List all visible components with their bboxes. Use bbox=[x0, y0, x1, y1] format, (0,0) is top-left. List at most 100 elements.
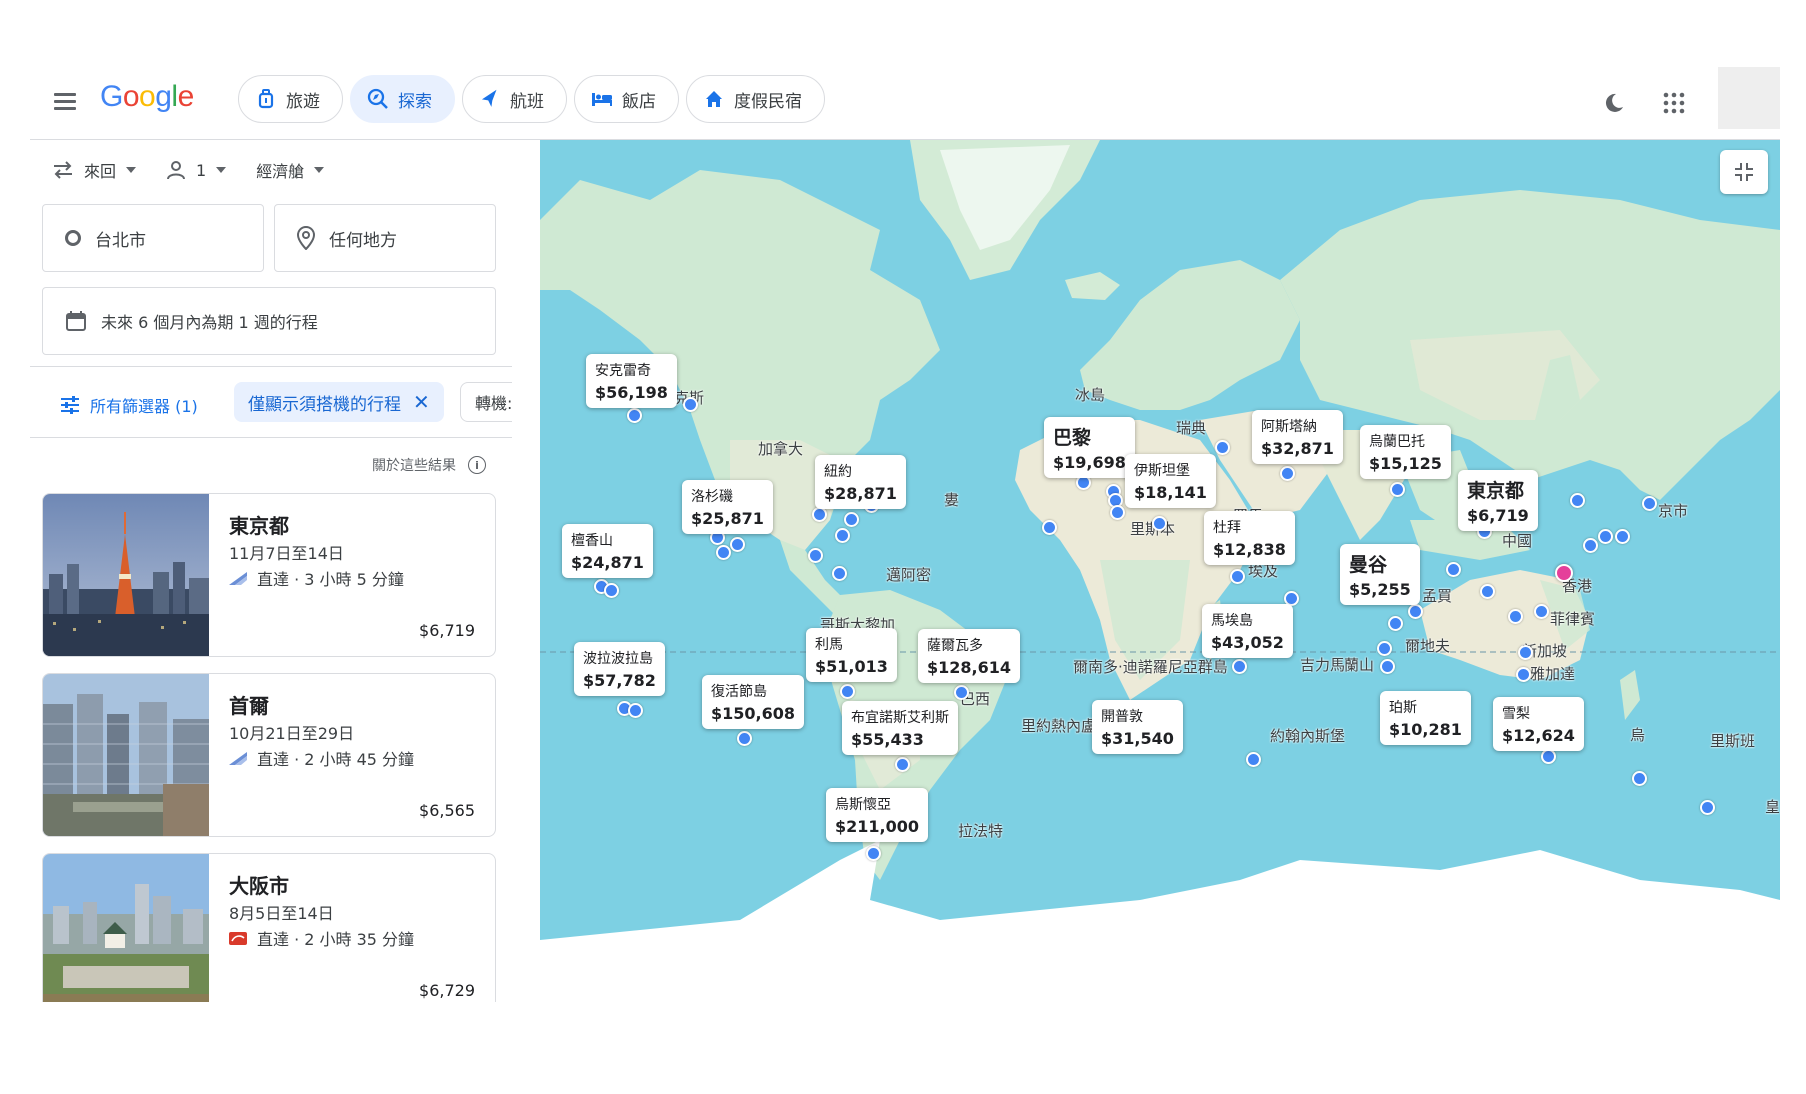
destination-pin[interactable] bbox=[1518, 645, 1533, 660]
destination-pin[interactable] bbox=[1246, 752, 1261, 767]
about-results-link[interactable]: 關於這些結果 i bbox=[372, 455, 486, 475]
price-box-istanbul[interactable]: 伊斯坦堡 $18,141 bbox=[1125, 454, 1216, 508]
flights-only-chip[interactable]: 僅顯示須搭機的行程 ✕ bbox=[234, 382, 444, 422]
destination-pin[interactable] bbox=[895, 757, 910, 772]
dark-mode-icon[interactable] bbox=[1598, 87, 1630, 119]
price-box-price: $55,433 bbox=[851, 730, 924, 749]
destination-pin[interactable] bbox=[1280, 466, 1295, 481]
destination-pin[interactable] bbox=[866, 846, 881, 861]
tab-explore[interactable]: 探索 bbox=[350, 75, 455, 123]
destination-pin[interactable] bbox=[1570, 493, 1585, 508]
destination-pin[interactable] bbox=[1390, 482, 1405, 497]
price-box-ulaanbaatar[interactable]: 烏蘭巴托 $15,125 bbox=[1360, 425, 1451, 479]
price-box-buenos-aires[interactable]: 布宜諾斯艾利斯 $55,433 bbox=[842, 701, 958, 755]
destination-pin[interactable] bbox=[1700, 800, 1715, 815]
destination-pin[interactable] bbox=[1642, 496, 1657, 511]
main-menu-button[interactable] bbox=[50, 86, 80, 116]
destination-pin[interactable] bbox=[1215, 440, 1230, 455]
cabin-class-select[interactable]: 經濟艙 bbox=[256, 158, 325, 182]
date-range-input[interactable]: 未來 6 個月內為期 1 週的行程 bbox=[42, 287, 496, 355]
apps-grid-icon[interactable] bbox=[1658, 87, 1690, 119]
destination-pin[interactable] bbox=[683, 397, 698, 412]
result-card-seoul[interactable]: 首爾 10月21日至29日 直達 · 2 小時 45 分鐘 $6,565 bbox=[42, 673, 496, 837]
destination-pin[interactable] bbox=[1446, 562, 1461, 577]
destination-pin[interactable] bbox=[1516, 667, 1531, 682]
destination-pin[interactable] bbox=[1408, 604, 1423, 619]
account-avatar[interactable] bbox=[1718, 67, 1780, 129]
destination-pin[interactable] bbox=[1508, 609, 1523, 624]
price-box-cape-town[interactable]: 開普敦 $31,540 bbox=[1092, 700, 1183, 754]
destination-pin[interactable] bbox=[1110, 505, 1125, 520]
destination-pin[interactable] bbox=[1480, 584, 1495, 599]
destination-pin[interactable] bbox=[1388, 616, 1403, 631]
explore-map[interactable]: 冰島 瑞典 加拿大 中國 埃及 巴西 菲律賓 哥斯大黎加 班克斯 里斯本 羅馬 … bbox=[540, 140, 1780, 1004]
destination-pin[interactable] bbox=[1232, 659, 1247, 674]
price-box-city: 杜拜 bbox=[1213, 520, 1241, 536]
destination-pin[interactable] bbox=[1632, 771, 1647, 786]
price-box-easter-island[interactable]: 復活節島 $150,608 bbox=[702, 675, 805, 729]
destination-pin[interactable] bbox=[1230, 569, 1245, 584]
all-filters-button[interactable]: 所有篩選器 (1) bbox=[60, 393, 198, 417]
destination-pin[interactable] bbox=[1042, 520, 1057, 535]
result-card-osaka[interactable]: 大阪市 8月5日至14日 直達 · 2 小時 35 分鐘 $6,729 bbox=[42, 853, 496, 1002]
price-box-sydney[interactable]: 雪梨 $12,624 bbox=[1493, 697, 1584, 751]
about-results-label: 關於這些結果 bbox=[372, 458, 456, 474]
destination-pin[interactable] bbox=[812, 507, 827, 522]
origin-circle-icon bbox=[65, 230, 81, 246]
price-box-bangkok[interactable]: 曼谷 $5,255 bbox=[1340, 544, 1420, 605]
result-card-tokyo[interactable]: 東京都 11月7日至14日 直達 · 3 小時 5 分鐘 $6,719 bbox=[42, 493, 496, 657]
tab-flights[interactable]: 航班 bbox=[462, 75, 567, 123]
price-box-astana[interactable]: 阿斯塔納 $32,871 bbox=[1252, 410, 1343, 464]
tab-vacation-rentals[interactable]: 度假民宿 bbox=[686, 75, 825, 123]
chevron-down-icon bbox=[126, 167, 137, 173]
map-label-miami: 邁阿密 bbox=[886, 566, 932, 584]
destination-pin[interactable] bbox=[1598, 529, 1613, 544]
destination-pin[interactable] bbox=[835, 528, 850, 543]
price-box-mahe[interactable]: 馬埃島 $43,052 bbox=[1202, 604, 1293, 658]
tab-hotels[interactable]: 飯店 bbox=[574, 75, 679, 123]
trip-options: 來回 1 經濟艙 bbox=[52, 158, 325, 182]
price-box-bora-bora[interactable]: 波拉波拉島 $57,782 bbox=[574, 642, 665, 696]
destination-pin[interactable] bbox=[844, 512, 859, 527]
destination-pin[interactable] bbox=[737, 731, 752, 746]
passengers-select[interactable]: 1 bbox=[166, 158, 227, 182]
destination-pin[interactable] bbox=[716, 545, 731, 560]
destination-pin[interactable] bbox=[1541, 749, 1556, 764]
header-actions bbox=[1598, 66, 1780, 140]
destination-pin[interactable] bbox=[1615, 529, 1630, 544]
price-box-anchorage[interactable]: 安克雷奇 $56,198 bbox=[586, 354, 677, 408]
destination-input[interactable]: 任何地方 bbox=[274, 204, 496, 272]
destination-pin[interactable] bbox=[832, 566, 847, 581]
destination-pin[interactable] bbox=[627, 408, 642, 423]
calendar-icon bbox=[66, 311, 86, 331]
trip-type-select[interactable]: 來回 bbox=[52, 158, 137, 182]
origin-input[interactable]: 台北市 bbox=[42, 204, 264, 272]
price-box-paris[interactable]: 巴黎 $19,698 bbox=[1044, 417, 1135, 478]
destination-pin[interactable] bbox=[1152, 516, 1167, 531]
destination-pin[interactable] bbox=[1380, 659, 1395, 674]
destination-pin[interactable] bbox=[954, 685, 969, 700]
price-box-los-angeles[interactable]: 洛杉磯 $25,871 bbox=[682, 480, 773, 534]
destination-pin[interactable] bbox=[1377, 641, 1392, 656]
price-box-new-york[interactable]: 紐約 $28,871 bbox=[815, 455, 906, 509]
destination-pin[interactable] bbox=[1534, 604, 1549, 619]
price-box-perth[interactable]: 珀斯 $10,281 bbox=[1380, 691, 1471, 745]
destination-pin[interactable] bbox=[604, 583, 619, 598]
tab-travel[interactable]: 旅遊 bbox=[238, 75, 343, 123]
google-logo[interactable]: Google bbox=[100, 80, 194, 114]
price-box-ushuaia[interactable]: 烏斯懷亞 $211,000 bbox=[826, 788, 929, 842]
destination-pin[interactable] bbox=[1583, 538, 1598, 553]
destination-pin[interactable] bbox=[628, 703, 643, 718]
collapse-map-button[interactable] bbox=[1720, 150, 1768, 194]
price-box-tokyo[interactable]: 東京都 $6,719 bbox=[1458, 470, 1538, 531]
close-icon[interactable]: ✕ bbox=[413, 390, 430, 414]
destination-pin[interactable] bbox=[840, 684, 855, 699]
price-box-salvador[interactable]: 薩爾瓦多 $128,614 bbox=[918, 629, 1021, 683]
price-box-dubai[interactable]: 杜拜 $12,838 bbox=[1204, 511, 1295, 565]
destination-pin[interactable] bbox=[808, 548, 823, 563]
destination-pin[interactable] bbox=[730, 537, 745, 552]
tab-vacation-rentals-label: 度假民宿 bbox=[734, 91, 802, 112]
price-box-lima[interactable]: 利馬 $51,013 bbox=[806, 628, 897, 682]
price-box-honolulu[interactable]: 檀香山 $24,871 bbox=[562, 524, 653, 578]
stops-filter-chip[interactable]: 轉機: bbox=[460, 382, 512, 422]
